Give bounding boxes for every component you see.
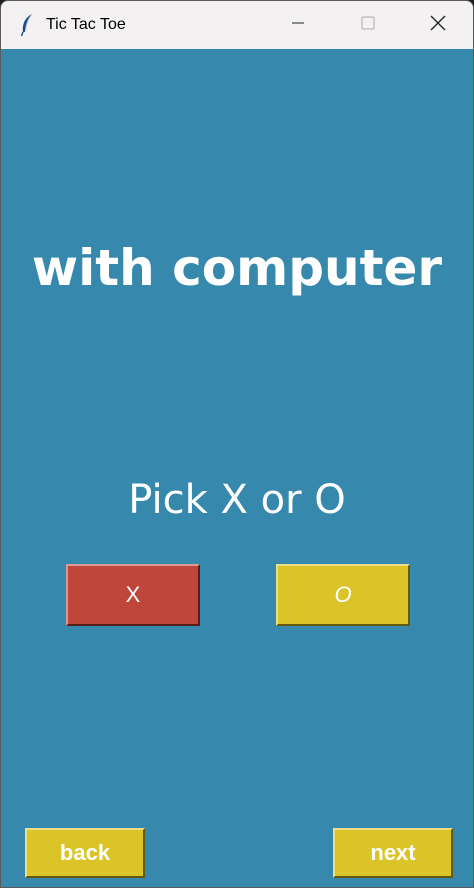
window-controls [263, 1, 473, 49]
close-button[interactable] [403, 1, 473, 49]
app-window: Tic Tac Toe with computer Pick X or O X [0, 0, 474, 888]
main-content: with computer Pick X or O X O back next [1, 49, 473, 887]
title-bar[interactable]: Tic Tac Toe [1, 1, 473, 49]
next-button[interactable]: next [333, 828, 453, 878]
window-title: Tic Tac Toe [46, 16, 126, 33]
pick-x-button[interactable]: X [66, 564, 200, 626]
back-button[interactable]: back [25, 828, 145, 878]
maximize-icon [361, 16, 375, 35]
minimize-button[interactable] [263, 1, 333, 49]
pick-prompt: Pick X or O [128, 477, 346, 523]
minimize-icon [292, 16, 304, 34]
maximize-button[interactable] [333, 1, 403, 49]
feather-icon [17, 13, 37, 37]
mode-heading: with computer [31, 239, 443, 297]
pick-o-button[interactable]: O [276, 564, 410, 626]
close-icon [430, 15, 446, 36]
